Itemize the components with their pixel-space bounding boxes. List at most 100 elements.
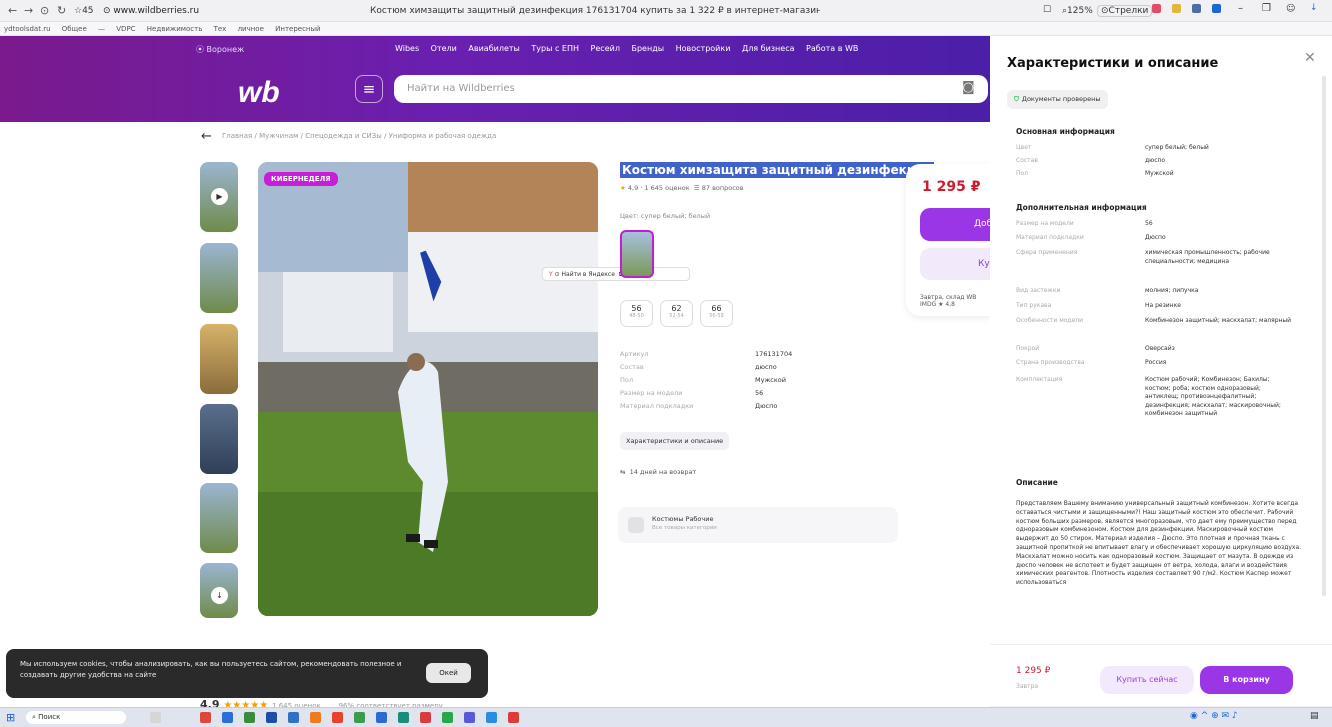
tray-icons[interactable]: ◉ ^ ⊕ ✉ ♪ [1190, 711, 1238, 721]
top-link[interactable]: Ресейл [591, 44, 620, 53]
reviews-count[interactable]: 1 645 оценок [644, 184, 689, 192]
app-icon[interactable] [464, 712, 475, 723]
size-option[interactable]: 56 48-50 [620, 300, 653, 327]
app-icon[interactable] [244, 712, 255, 723]
top-link[interactable]: Авиабилеты [468, 44, 519, 53]
arrow-down-icon[interactable]: ↓ [211, 587, 228, 604]
app-icon[interactable] [508, 712, 519, 723]
bookmark-icon[interactable]: ☐ [1043, 5, 1051, 15]
description-text: Представляем Вашему вниманию универсальн… [1016, 500, 1302, 587]
menu-icon[interactable]: ≡ [355, 75, 383, 103]
app-icon[interactable] [442, 712, 453, 723]
category-card[interactable]: Костюмы Рабочие Все товары категории [618, 507, 898, 543]
color-swatch[interactable] [620, 230, 654, 278]
extension-icon-4[interactable] [1212, 4, 1221, 13]
taskbar-search[interactable]: ⌕ Поиск [26, 711, 126, 724]
camera-icon[interactable]: ◙ [962, 80, 975, 95]
extension-icon-2[interactable] [1172, 4, 1181, 13]
bookmark-item[interactable]: личное [238, 22, 264, 35]
drawer-scrollbar[interactable] [1322, 76, 1326, 596]
extension-icon-1[interactable] [1152, 4, 1161, 13]
seller-rating[interactable]: IMDG ★ 4,8 [920, 301, 955, 308]
yandex-search-popup[interactable]: Y ⊙ Найти в Яндексе ⧉ ⋮ ✕ [542, 267, 690, 281]
top-link[interactable]: Туры с ЕПН [531, 44, 579, 53]
drawer-add-to-cart-button[interactable]: В корзину [1200, 666, 1293, 694]
close-icon[interactable]: ✕ [1304, 50, 1316, 66]
app-icon[interactable] [222, 712, 233, 723]
back-arrow-icon[interactable]: ← [201, 129, 212, 144]
app-icon[interactable] [486, 712, 497, 723]
buy-now-button[interactable]: Купить сейчас [920, 248, 990, 280]
thumbnail[interactable] [200, 483, 238, 553]
thumbnail[interactable]: ▶ [200, 162, 238, 232]
wb-logo[interactable]: wb [238, 76, 280, 110]
top-link[interactable]: Отели [431, 44, 457, 53]
app-icon[interactable] [266, 712, 277, 723]
forward-arrow-icon[interactable]: → [24, 4, 33, 17]
drawer-buy-now-button[interactable]: Купить сейчас [1100, 666, 1194, 694]
add-to-cart-button[interactable]: Добавить в корзину [920, 208, 990, 241]
bookmark-item[interactable]: Тех [214, 22, 227, 35]
bookmark-item[interactable]: — [98, 22, 105, 35]
top-link[interactable]: Новостройки [676, 44, 731, 53]
thumbnail[interactable] [200, 243, 238, 313]
breadcrumb-item[interactable]: Мужчинам [259, 132, 298, 140]
app-icon[interactable] [354, 712, 365, 723]
docs-verified-badge[interactable]: ⛉ Документы проверены [1007, 90, 1108, 109]
bookmarks-bar: ydtoolsdat.ru Общее — VDPC Недвижимость … [0, 22, 1332, 36]
notification-icon[interactable]: ▤ [1310, 711, 1319, 721]
char-key: Страна производства [1016, 359, 1085, 366]
bookmark-item[interactable]: VDPC [116, 22, 135, 35]
thumbnail[interactable] [200, 404, 238, 474]
app-icon[interactable] [310, 712, 321, 723]
bookmark-item[interactable]: Недвижимость [147, 22, 203, 35]
bookmark-item[interactable]: Общее [62, 22, 87, 35]
app-icon[interactable] [200, 712, 211, 723]
spec-key: Состав [620, 363, 644, 371]
minimize-icon[interactable]: – [1238, 3, 1243, 14]
top-link[interactable]: Wibes [395, 44, 419, 53]
app-icon[interactable] [420, 712, 431, 723]
breadcrumb-item[interactable]: Главная [222, 132, 252, 140]
size-ru: 56-58 [709, 313, 724, 319]
tabs-count[interactable]: ☆45 [74, 6, 94, 16]
color-label: Цвет: супер белый; белый [620, 212, 711, 220]
top-link[interactable]: Бренды [631, 44, 664, 53]
top-link[interactable]: Работа в WB [806, 44, 858, 53]
top-link[interactable]: Для бизнеса [742, 44, 795, 53]
restore-icon[interactable]: ❐ [1262, 3, 1271, 14]
zoom-level[interactable]: ⌕125% [1062, 6, 1093, 16]
size-option[interactable]: 62 52-54 [660, 300, 693, 327]
characteristics-button[interactable]: Характеристики и описание [620, 432, 730, 450]
questions-count[interactable]: 87 вопросов [702, 184, 744, 192]
reload-icon[interactable]: ↻ [57, 4, 66, 17]
back-arrow-icon[interactable]: ← [8, 4, 17, 17]
search-input[interactable]: Найти на Wildberries [394, 75, 988, 103]
windows-start-icon[interactable]: ⊞ [6, 711, 15, 724]
bookmark-item[interactable]: ydtoolsdat.ru [4, 22, 51, 35]
app-icon[interactable] [332, 712, 343, 723]
widget-icon[interactable] [150, 712, 161, 723]
thumbnail[interactable] [200, 324, 238, 394]
cookie-ok-button[interactable]: Окей [426, 663, 471, 683]
spec-value[interactable]: 176131704 [755, 350, 792, 358]
bookmark-item[interactable]: Интересный [275, 22, 320, 35]
address-bar[interactable]: ⊙ www.wildberries.ru [103, 6, 199, 16]
product-image[interactable] [258, 162, 598, 616]
yandex-label: Найти в Яндексе [561, 271, 615, 278]
app-icon[interactable] [288, 712, 299, 723]
app-icon[interactable] [376, 712, 387, 723]
extension-icon-3[interactable] [1192, 4, 1201, 13]
char-value: Россия [1145, 359, 1167, 366]
breadcrumb-item[interactable]: Униформа и рабочая одежда [389, 132, 497, 140]
download-icon[interactable]: ↓ [1310, 3, 1318, 13]
size-option[interactable]: 66 56-58 [700, 300, 733, 327]
location-link[interactable]: ⦿ Воронеж [196, 44, 244, 55]
thumbnail[interactable]: ↓ [200, 563, 238, 618]
home-icon[interactable]: ⊙ [40, 4, 49, 17]
breadcrumb-item[interactable]: Спецодежда и СИЗы [305, 132, 382, 140]
saved-button[interactable]: ⊙Стрелки [1097, 5, 1153, 17]
app-icon[interactable] [398, 712, 409, 723]
profile-icon[interactable]: ☺ [1286, 4, 1295, 14]
product-page: ← Главная / Мужчинам / Спецодежда и СИЗы… [0, 122, 990, 707]
